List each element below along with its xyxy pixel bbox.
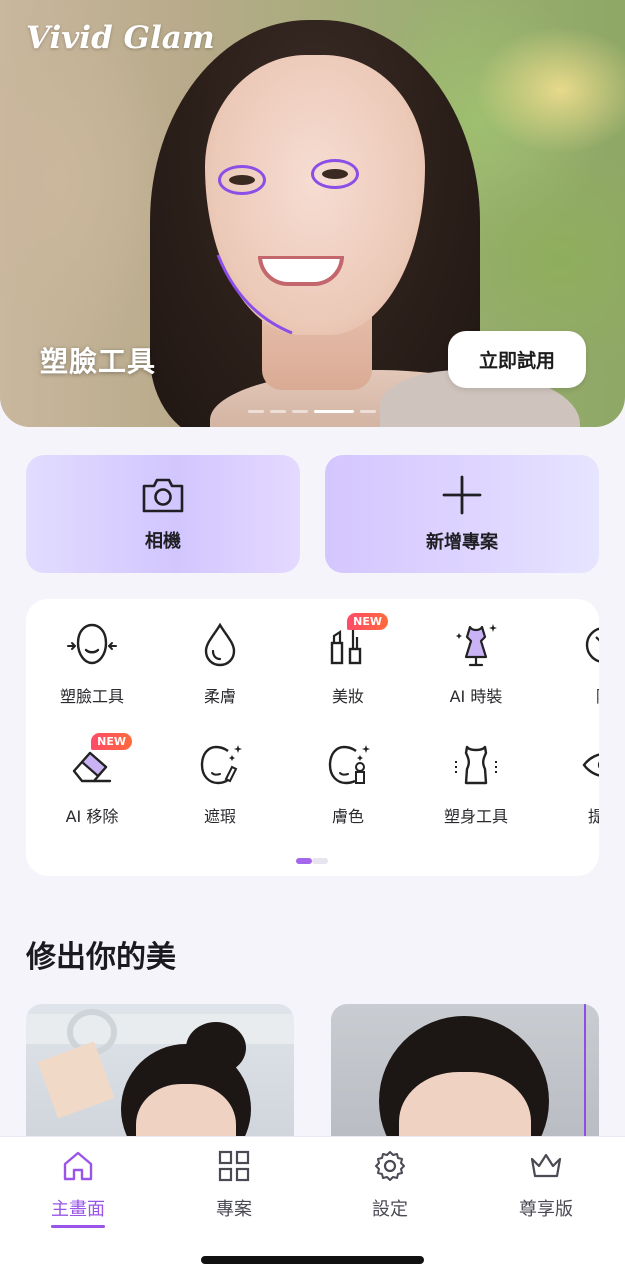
grid-icon [218,1150,250,1182]
pager-dot-active [314,410,354,413]
tool-remove[interactable]: 除 [540,605,599,707]
tool-skin-tone[interactable]: 膚色 [284,725,412,826]
brighten-eye-icon [582,753,599,777]
pager-dot [292,410,308,413]
conceal-icon [200,745,242,785]
ai-fashion-icon [456,624,497,667]
tool-body-reshape[interactable]: 塑身工具 [412,725,540,826]
pager-dot [270,410,286,413]
nav-home-label: 主畫面 [51,1199,105,1220]
section-title: 修出你的美 [26,940,176,975]
tools-page-indicator [296,858,328,864]
nav-premium[interactable]: 尊享版 [486,1149,606,1239]
camera-label: 相機 [145,531,181,552]
nav-active-indicator [51,1225,105,1228]
thumb-model-bun [186,1022,246,1074]
camera-button[interactable]: 相機 [26,455,300,573]
tool-label: AI 移除 [65,807,119,826]
tool-brighten[interactable]: 提亮 [540,725,599,826]
tools-panel: 塑臉工具 柔膚 NEW 美妝 AI 時裝 NEW AI 移除 遮瑕 膚色 塑身工… [26,599,599,876]
nav-home[interactable]: 主畫面 [18,1149,138,1239]
new-badge: NEW [347,613,388,630]
tool-ai-remove[interactable]: NEW AI 移除 [28,725,156,826]
app-logo: Vivid Glam [26,20,215,56]
feature-card-1[interactable] [26,1004,294,1149]
tool-label: 柔膚 [203,687,236,706]
new-project-label: 新增專案 [426,532,498,553]
tool-label: 除 [596,683,599,707]
new-badge: NEW [91,733,132,750]
crown-icon [530,1153,562,1178]
tool-face-reshape[interactable]: 塑臉工具 [28,605,156,706]
nav-settings-label: 設定 [372,1199,408,1220]
tool-label: 遮瑕 [203,807,236,826]
feature-card-2[interactable] [331,1004,599,1149]
skin-tone-icon [328,745,370,785]
home-indicator[interactable] [201,1256,424,1264]
gear-icon [375,1151,405,1181]
pager-dot [248,410,264,413]
remove-icon [585,627,599,663]
tool-conceal[interactable]: 遮瑕 [156,725,284,826]
tool-label: 美妝 [331,687,364,706]
compare-divider[interactable] [584,1004,586,1149]
page-dot-active [296,858,312,864]
tool-label: 塑臉工具 [59,687,124,706]
tool-label: 提亮 [587,807,599,826]
tool-label: 塑身工具 [443,807,508,826]
nav-settings[interactable]: 設定 [330,1149,450,1239]
nav-premium-label: 尊享版 [519,1199,573,1220]
nav-projects-label: 專案 [216,1199,252,1220]
home-icon [63,1151,93,1181]
plus-icon [442,475,482,515]
pager-dot [360,410,376,413]
face-reshape-icon [67,623,117,665]
page-dot [312,858,328,864]
hero-pager [248,410,376,413]
tool-label: 膚色 [331,807,364,826]
try-now-button[interactable]: 立即試用 [448,331,586,388]
nav-projects[interactable]: 專案 [174,1149,294,1239]
tool-label: AI 時裝 [449,687,503,706]
hero-banner[interactable]: Vivid Glam 塑臉工具 立即試用 [0,0,625,427]
tool-ai-fashion[interactable]: AI 時裝 [412,605,540,706]
hero-title: 塑臉工具 [40,345,157,378]
new-project-button[interactable]: 新增專案 [325,455,599,573]
camera-icon [142,478,184,513]
skin-drop-icon [204,622,236,667]
body-reshape-icon [455,745,497,785]
tool-skin-smooth[interactable]: 柔膚 [156,605,284,706]
tool-makeup[interactable]: NEW 美妝 [284,605,412,706]
